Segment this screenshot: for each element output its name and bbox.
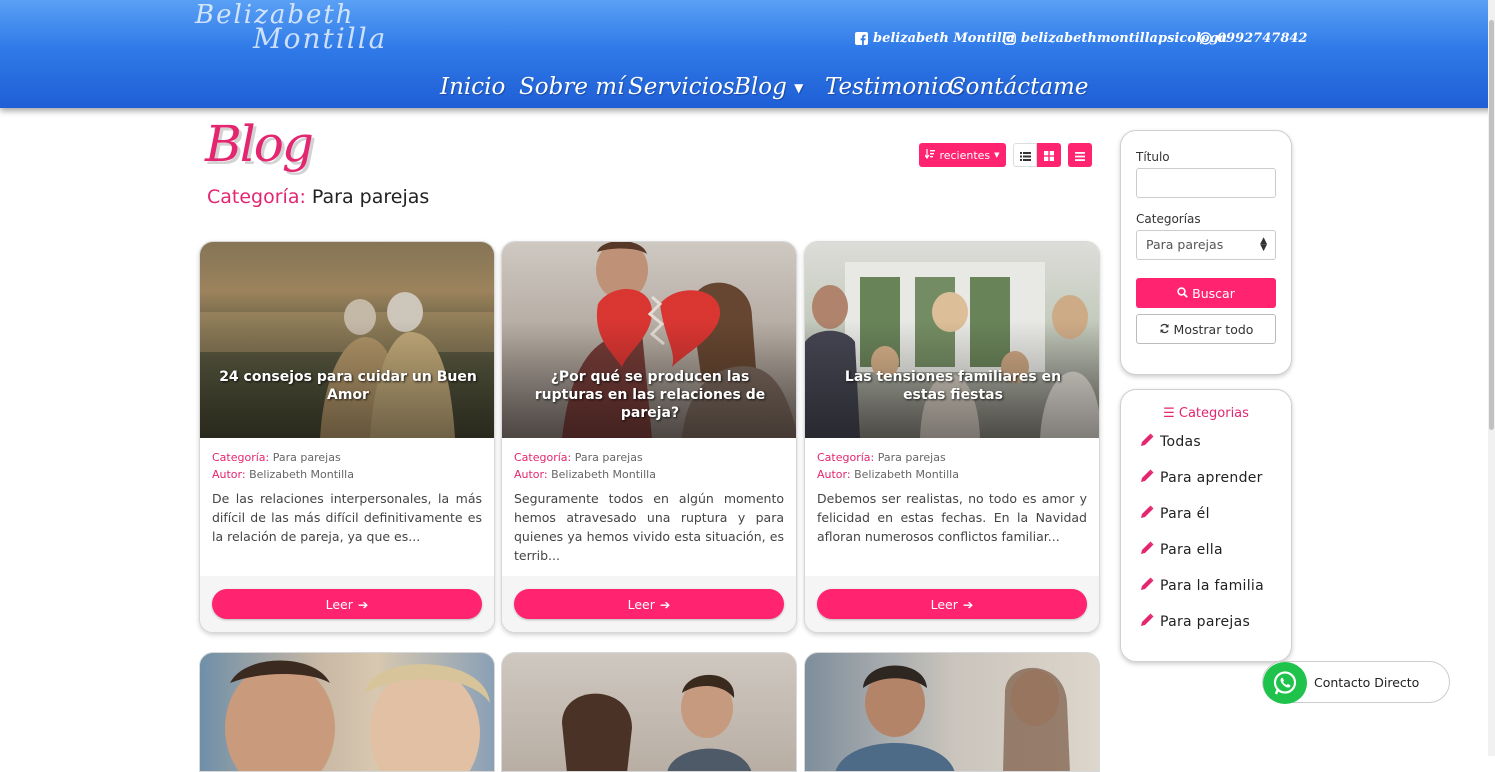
category-select[interactable]: Para parejas ▲ ▼: [1136, 230, 1276, 260]
nav-testimonios[interactable]: Testimonios: [825, 74, 964, 100]
post-excerpt: Seguramente todos en algún momento hemos…: [514, 491, 784, 563]
post-title[interactable]: ¿Por qué se producen las rupturas en las…: [520, 368, 780, 422]
post-excerpt: Debemos ser realistas, no todo es amor y…: [817, 491, 1087, 544]
post-image[interactable]: [804, 652, 1100, 772]
list-icon: ☰: [1163, 406, 1175, 421]
refresh-icon: [1159, 322, 1170, 337]
post-author: Autor: Belizabeth Montilla: [514, 468, 656, 481]
pencil-icon: [1140, 613, 1154, 631]
category-link-para-el[interactable]: Para él: [1140, 505, 1210, 523]
read-button[interactable]: Leer ➔: [817, 589, 1087, 619]
pencil-icon: [1140, 469, 1154, 487]
category-heading-label: Categoría:: [207, 186, 306, 208]
whatsapp-icon: [1198, 31, 1212, 45]
grid-view-button[interactable]: [1037, 143, 1061, 167]
sort-amount-icon: [924, 148, 936, 162]
category-link-para-la-familia[interactable]: Para la familia: [1140, 577, 1264, 595]
read-button[interactable]: Leer ➔: [514, 589, 784, 619]
instagram-label: belizabethmontillapsicologa: [1021, 30, 1228, 46]
nav-blog-label: Blog: [734, 74, 787, 100]
read-button-label: Leer: [325, 596, 353, 612]
read-button[interactable]: Leer ➔: [212, 589, 482, 619]
nav-inicio[interactable]: Inicio: [440, 74, 505, 100]
list-icon: [1019, 146, 1031, 165]
show-all-button-label: Mostrar todo: [1173, 321, 1254, 337]
post-author: Autor: Belizabeth Montilla: [817, 468, 959, 481]
post-title[interactable]: 24 consejos para cuidar un Buen Amor: [218, 368, 478, 404]
categories-field-label: Categorías: [1136, 212, 1201, 226]
post-category: Categoría: Para parejas: [212, 451, 341, 464]
bars-icon: [1075, 146, 1085, 165]
instagram-link[interactable]: belizabethmontillapsicologa: [1002, 28, 1227, 48]
title-search-input[interactable]: [1136, 168, 1276, 198]
nav-blog[interactable]: Blog ▼: [734, 74, 803, 100]
facebook-link[interactable]: belizabeth Montilla: [854, 28, 1015, 48]
nav-servicios[interactable]: Servicios: [628, 74, 735, 100]
facebook-label: belizabeth Montilla: [873, 30, 1016, 46]
post-category: Categoría: Para parejas: [514, 451, 643, 464]
post-title[interactable]: Las tensiones familiares en estas fiesta…: [823, 368, 1083, 404]
pencil-icon: [1140, 433, 1154, 451]
category-select-value: Para parejas: [1146, 237, 1224, 252]
grid-icon: [1044, 146, 1054, 165]
list-view-button[interactable]: [1013, 143, 1037, 167]
whatsapp-widget-label: Contacto Directo: [1314, 675, 1420, 690]
search-panel: Título Categorías Para parejas ▲ ▼ Buscar…: [1120, 130, 1292, 375]
arrow-right-icon: ➔: [962, 596, 974, 612]
arrow-right-icon: ➔: [357, 596, 369, 612]
post-card: 24 consejos para cuidar un Buen Amor Cat…: [199, 241, 495, 633]
category-link-para-parejas[interactable]: Para parejas: [1140, 613, 1250, 631]
pencil-icon: [1140, 505, 1154, 523]
read-button-label: Leer: [627, 596, 655, 612]
page-scrollbar-thumb[interactable]: [1489, 20, 1494, 430]
sort-label: recientes: [939, 148, 991, 162]
post-image[interactable]: ¿Por qué se producen las rupturas en las…: [502, 242, 796, 438]
caret-down-icon: ▼: [994, 151, 1000, 159]
whatsapp-icon: [1263, 662, 1307, 704]
pencil-icon: [1140, 541, 1154, 559]
post-image[interactable]: 24 consejos para cuidar un Buen Amor: [200, 242, 494, 438]
category-link-para-aprender[interactable]: Para aprender: [1140, 469, 1263, 487]
search-icon: [1177, 286, 1188, 301]
post-card: ¿Por qué se producen las rupturas en las…: [501, 241, 797, 633]
post-image[interactable]: [199, 652, 495, 772]
instagram-icon: [1002, 31, 1016, 45]
pencil-icon: [1140, 577, 1154, 595]
category-heading: Categoría: Para parejas: [207, 186, 429, 208]
caret-down-icon: ▼: [794, 81, 804, 95]
post-image[interactable]: [501, 652, 797, 772]
categories-panel: ☰ Categorias Todas Para aprender Para él…: [1120, 389, 1292, 662]
categories-heading: ☰ Categorias: [1163, 406, 1249, 421]
whatsapp-contact-widget[interactable]: Contacto Directo: [1262, 661, 1450, 704]
arrow-right-icon: ➔: [659, 596, 671, 612]
post-card: Las tensiones familiares en estas fiesta…: [804, 241, 1100, 633]
select-arrows-icon: ▲ ▼: [1260, 236, 1267, 253]
search-button[interactable]: Buscar: [1136, 278, 1276, 308]
site-header: Belizabeth Montilla belizabeth Montilla …: [0, 0, 1495, 108]
post-author: Autor: Belizabeth Montilla: [212, 468, 354, 481]
logo-text-line2: Montilla: [253, 22, 388, 55]
page-title: Blog: [205, 115, 314, 173]
post-excerpt: De las relaciones interpersonales, la má…: [212, 491, 482, 544]
post-category: Categoría: Para parejas: [817, 451, 946, 464]
site-logo[interactable]: Belizabeth Montilla: [195, 0, 435, 60]
show-all-button[interactable]: Mostrar todo: [1136, 314, 1276, 344]
category-link-todas[interactable]: Todas: [1140, 433, 1201, 451]
facebook-icon: [854, 31, 868, 45]
sort-dropdown-button[interactable]: recientes ▼: [919, 143, 1006, 167]
title-field-label: Título: [1136, 150, 1170, 164]
nav-sobre-mi[interactable]: Sobre mí: [519, 74, 624, 100]
whatsapp-link[interactable]: 0992747842: [1198, 28, 1307, 48]
read-button-label: Leer: [930, 596, 958, 612]
category-link-para-ella[interactable]: Para ella: [1140, 541, 1223, 559]
post-image[interactable]: Las tensiones familiares en estas fiesta…: [805, 242, 1099, 438]
compact-view-button[interactable]: [1068, 143, 1092, 167]
whatsapp-label: 0992747842: [1217, 30, 1308, 46]
nav-contactame[interactable]: Contáctame: [948, 74, 1088, 100]
category-heading-value: Para parejas: [311, 186, 430, 208]
search-button-label: Buscar: [1192, 285, 1235, 301]
